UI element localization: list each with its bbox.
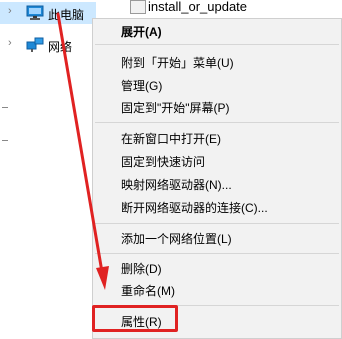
annotation-arrow [56,12,109,290]
